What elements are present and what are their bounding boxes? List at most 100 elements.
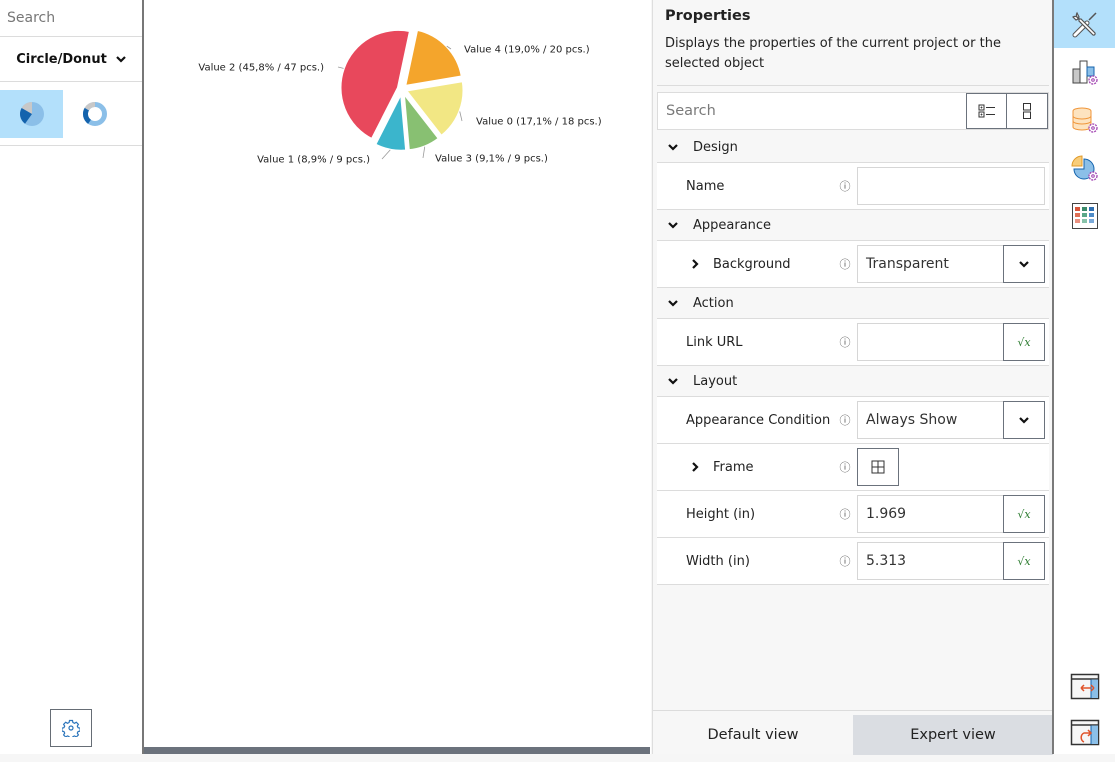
category-label: Design — [693, 139, 738, 155]
info-icon[interactable]: ⓘ — [833, 178, 857, 194]
property-label[interactable]: Frame — [657, 460, 833, 475]
property-row-width: Width (in) ⓘ 5.313 √x — [657, 538, 1049, 585]
formula-icon: √x — [1017, 507, 1031, 521]
chevron-down-icon — [668, 378, 678, 385]
property-row-link-url: Link URL ⓘ √x — [657, 319, 1049, 366]
categorized-view-button[interactable] — [966, 93, 1007, 129]
info-icon[interactable]: ⓘ — [833, 459, 857, 475]
data-label: Value 3 (9,1% / 9 pcs.) — [435, 154, 548, 165]
right-toolbar — [1052, 0, 1115, 754]
height-field[interactable]: 1.969 √x — [857, 495, 1045, 533]
formula-icon: √x — [1017, 554, 1031, 568]
appearance-condition-value: Always Show — [866, 412, 958, 428]
properties-description: Displays the properties of the current p… — [665, 36, 1001, 71]
property-grid: Design Name ⓘ Appearance Background ⓘ Tr… — [657, 132, 1049, 585]
width-field[interactable]: 5.313 √x — [857, 542, 1045, 580]
property-row-background: Background ⓘ Transparent — [657, 241, 1049, 288]
property-row-height: Height (in) ⓘ 1.969 √x — [657, 491, 1049, 538]
formula-button[interactable]: √x — [1003, 542, 1045, 580]
chevron-right-icon[interactable] — [689, 258, 701, 270]
chevron-down-icon — [668, 222, 678, 229]
expert-view-button[interactable]: Expert view — [853, 715, 1053, 755]
property-label: Name — [686, 178, 725, 194]
bar-chart-settings-icon — [1072, 60, 1098, 85]
appearance-condition-select[interactable]: Always Show — [857, 401, 1045, 439]
info-icon[interactable]: ⓘ — [833, 256, 857, 272]
leader-line — [381, 149, 391, 160]
category-label: Layout — [693, 373, 738, 389]
link-url-field[interactable]: √x — [857, 323, 1045, 361]
background-label: Background — [713, 256, 791, 272]
formula-button[interactable]: √x — [1003, 323, 1045, 361]
report-canvas[interactable]: Value 4 (19,0% / 20 pcs.) Value 0 (17,1% … — [142, 0, 651, 754]
properties-title: Properties — [665, 8, 751, 24]
chart-search-input[interactable] — [7, 10, 136, 26]
collapse-all-button[interactable] — [1007, 93, 1048, 129]
properties-panel: Properties Displays the properties of th… — [652, 0, 1053, 755]
name-field[interactable] — [857, 167, 1045, 205]
chevron-right-icon[interactable] — [689, 461, 701, 473]
table-grid-icon — [1071, 203, 1098, 229]
category-layout[interactable]: Layout — [657, 366, 1049, 397]
chevron-down-icon — [668, 300, 678, 307]
frame-button[interactable] — [857, 448, 899, 486]
default-view-button[interactable]: Default view — [653, 715, 853, 755]
swap-panel-button[interactable] — [1054, 663, 1115, 711]
gear-icon — [62, 719, 80, 737]
category-label: Action — [693, 295, 734, 311]
info-icon[interactable]: ⓘ — [833, 412, 857, 428]
chart-search-box — [0, 0, 143, 37]
data-label: Value 1 (8,9% / 9 pcs.) — [257, 155, 370, 166]
donut-chart-icon — [82, 101, 107, 126]
properties-tool-button[interactable] — [1054, 0, 1115, 48]
swap-panel-icon — [1070, 673, 1099, 700]
chevron-down-icon — [1019, 261, 1029, 268]
property-label: Link URL — [686, 334, 743, 350]
height-value[interactable]: 1.969 — [858, 506, 1003, 522]
view-toggle: Default view Expert view — [653, 710, 1053, 755]
divider — [657, 85, 1049, 86]
formula-button[interactable]: √x — [1003, 495, 1045, 533]
info-icon[interactable]: ⓘ — [833, 506, 857, 522]
info-icon[interactable]: ⓘ — [833, 334, 857, 350]
chart-settings-tool-button[interactable] — [1054, 48, 1115, 96]
background-select[interactable]: Transparent — [857, 245, 1045, 283]
chart-type-dropdown[interactable]: Circle/Donut — [0, 37, 143, 82]
property-label[interactable]: Background — [657, 257, 833, 272]
database-settings-icon — [1072, 107, 1098, 133]
app-window: Circle/Donut — [0, 0, 1115, 762]
collapse-icon — [1023, 103, 1031, 119]
chart-settings-button[interactable] — [50, 709, 92, 747]
frame-label: Frame — [713, 459, 754, 475]
background-dropdown-button[interactable] — [1003, 245, 1045, 283]
data-label: Value 0 (17,1% / 18 pcs.) — [476, 117, 602, 128]
chart-type-panel: Circle/Donut — [0, 0, 143, 754]
formula-icon: √x — [1017, 335, 1031, 349]
chevron-down-icon — [1019, 417, 1029, 424]
chevron-down-icon — [668, 144, 678, 151]
category-appearance[interactable]: Appearance — [657, 210, 1049, 241]
variant-donut[interactable] — [63, 90, 126, 138]
pie-settings-icon — [1070, 155, 1098, 181]
category-design[interactable]: Design — [657, 132, 1049, 163]
border-grid-icon — [871, 460, 885, 474]
pie-settings-tool-button[interactable] — [1054, 144, 1115, 192]
horizontal-scrollbar[interactable] — [144, 747, 650, 754]
pie-chart[interactable]: Value 4 (19,0% / 20 pcs.) Value 0 (17,1% … — [144, 0, 650, 740]
table-tool-button[interactable] — [1054, 192, 1115, 240]
variant-pie[interactable] — [0, 89, 63, 138]
redo-panel-button[interactable] — [1054, 709, 1115, 757]
data-source-tool-button[interactable] — [1054, 96, 1115, 144]
appearance-condition-dropdown-button[interactable] — [1003, 401, 1045, 439]
category-label: Appearance — [693, 217, 772, 233]
category-action[interactable]: Action — [657, 288, 1049, 319]
tools-icon — [1071, 11, 1097, 38]
info-icon[interactable]: ⓘ — [833, 553, 857, 569]
property-row-appearance-condition: Appearance Condition ⓘ Always Show — [657, 397, 1049, 444]
width-value[interactable]: 5.313 — [858, 553, 1003, 569]
property-label: Width (in) — [686, 553, 750, 569]
property-label: Height (in) — [686, 506, 756, 522]
pie-slice-value-4[interactable] — [403, 28, 464, 88]
background-value: Transparent — [866, 256, 949, 272]
properties-search-input[interactable] — [658, 93, 966, 129]
